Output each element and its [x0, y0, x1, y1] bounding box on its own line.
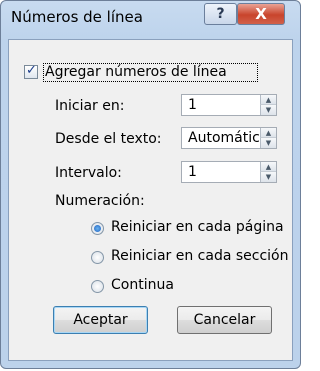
add-line-numbers-label[interactable]: Agregar números de línea [45, 64, 227, 80]
spin-down-icon[interactable]: ▼ [260, 138, 276, 148]
spin-down-icon[interactable]: ▼ [260, 172, 276, 182]
close-icon: X [255, 5, 267, 23]
interval-value[interactable]: 1 [188, 164, 260, 180]
interval-label: Intervalo: [55, 165, 122, 181]
help-icon: ? [216, 6, 225, 22]
start-at-spinner[interactable]: 1 ▲ ▼ [181, 94, 277, 116]
spin-up-icon[interactable]: ▲ [260, 162, 276, 172]
restart-each-page-radio[interactable] [91, 222, 104, 235]
spin-down-icon[interactable]: ▼ [260, 105, 276, 115]
dialog-window: Números de línea ? X ✓ Agregar números d… [0, 0, 301, 369]
title-bar[interactable]: Números de línea ? X [1, 1, 302, 39]
spin-up-icon[interactable]: ▲ [260, 128, 276, 138]
cancel-button[interactable]: Cancelar [177, 306, 272, 334]
from-text-value[interactable]: Automático [188, 130, 260, 146]
from-text-label: Desde el texto: [55, 131, 162, 147]
help-button[interactable]: ? [204, 3, 237, 25]
spin-up-icon[interactable]: ▲ [260, 95, 276, 105]
close-button[interactable]: X [237, 3, 285, 25]
from-text-spinner[interactable]: Automático ▲ ▼ [181, 127, 277, 149]
numbering-label: Numeración: [55, 193, 145, 209]
continuous-label[interactable]: Continua [111, 277, 174, 293]
continuous-radio[interactable] [91, 280, 104, 293]
interval-spinner[interactable]: 1 ▲ ▼ [181, 161, 277, 183]
dialog-title: Números de línea [11, 8, 143, 26]
restart-each-section-radio[interactable] [91, 251, 104, 264]
restart-each-page-label[interactable]: Reiniciar en cada página [111, 219, 284, 235]
check-icon: ✓ [26, 63, 37, 78]
start-at-value[interactable]: 1 [188, 97, 260, 113]
start-at-label: Iniciar en: [55, 98, 125, 114]
add-line-numbers-checkbox[interactable]: ✓ [24, 63, 38, 79]
accept-button[interactable]: Aceptar [53, 306, 148, 334]
restart-each-section-label[interactable]: Reiniciar en cada sección [111, 248, 289, 264]
